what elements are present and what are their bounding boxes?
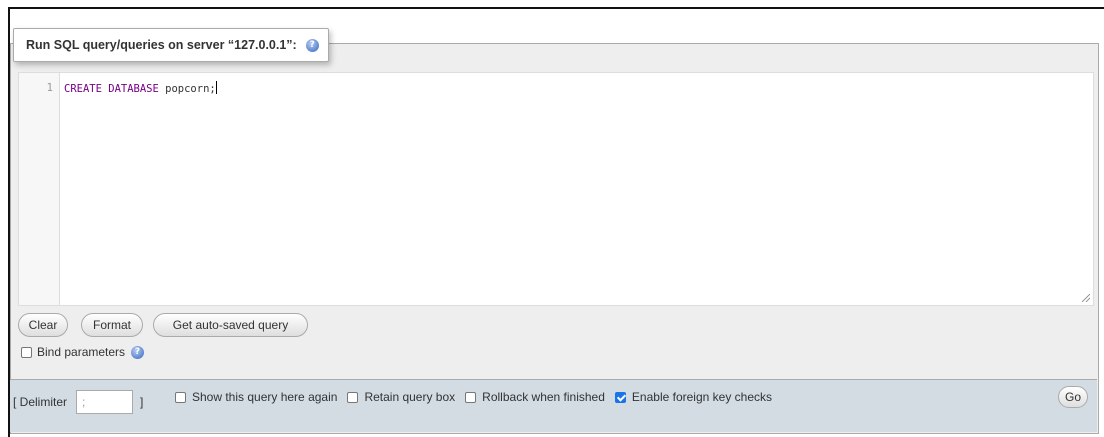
panel-title: Run SQL query/queries on server “127.0.0…	[13, 28, 329, 62]
resize-handle-icon[interactable]	[1082, 294, 1090, 302]
delimiter-label: [ Delimiter	[13, 395, 68, 409]
enable-foreign-key-checks-option[interactable]: Enable foreign key checks	[614, 390, 773, 404]
bind-parameters-label: Bind parameters	[37, 345, 126, 359]
code-line[interactable]: CREATE DATABASE popcorn;	[64, 81, 217, 95]
retain-query-box-checkbox[interactable]	[347, 391, 359, 403]
sql-editor[interactable]: 1 CREATE DATABASE popcorn;	[18, 72, 1094, 306]
sql-keyword: CREATE DATABASE	[64, 83, 159, 95]
format-button[interactable]: Format	[81, 313, 143, 337]
show-query-again-label: Show this query here again	[192, 390, 338, 404]
show-query-again-checkbox[interactable]	[175, 391, 186, 403]
enable-foreign-key-checks-label: Enable foreign key checks	[631, 390, 773, 404]
retain-query-box-label: Retain query box	[364, 390, 456, 404]
get-auto-saved-query-button[interactable]: Get auto-saved query	[153, 313, 308, 337]
rollback-when-finished-label: Rollback when finished	[482, 390, 605, 404]
line-number: 1	[46, 82, 53, 94]
rollback-when-finished-checkbox[interactable]	[465, 391, 477, 403]
delimiter-input[interactable]	[76, 390, 134, 414]
clear-button[interactable]: Clear	[18, 313, 68, 337]
delimiter-group: [ Delimiter ]	[13, 389, 143, 415]
editor-gutter: 1	[19, 73, 60, 305]
text-cursor	[215, 81, 217, 94]
retain-query-box-option[interactable]: Retain query box	[347, 390, 455, 404]
help-icon[interactable]: ?	[305, 38, 319, 52]
rollback-when-finished-option[interactable]: Rollback when finished	[465, 390, 605, 404]
help-icon[interactable]: ?	[131, 345, 145, 359]
show-query-again-option[interactable]: Show this query here again	[175, 390, 337, 404]
bind-parameters-option[interactable]: Bind parameters ?	[21, 345, 145, 359]
delimiter-close-bracket: ]	[140, 395, 144, 409]
query-options: Show this query here again Retain query …	[175, 389, 782, 405]
sql-text: popcorn;	[158, 83, 216, 95]
go-button[interactable]: Go	[1058, 386, 1088, 408]
query-options-footer: [ Delimiter ] Show this query here again…	[10, 379, 1097, 432]
window-border-top	[9, 7, 1104, 9]
panel-title-text: Run SQL query/queries on server “127.0.0…	[26, 38, 297, 52]
bind-parameters-checkbox[interactable]	[21, 346, 32, 358]
enable-foreign-key-checks-checkbox[interactable]	[614, 391, 626, 403]
